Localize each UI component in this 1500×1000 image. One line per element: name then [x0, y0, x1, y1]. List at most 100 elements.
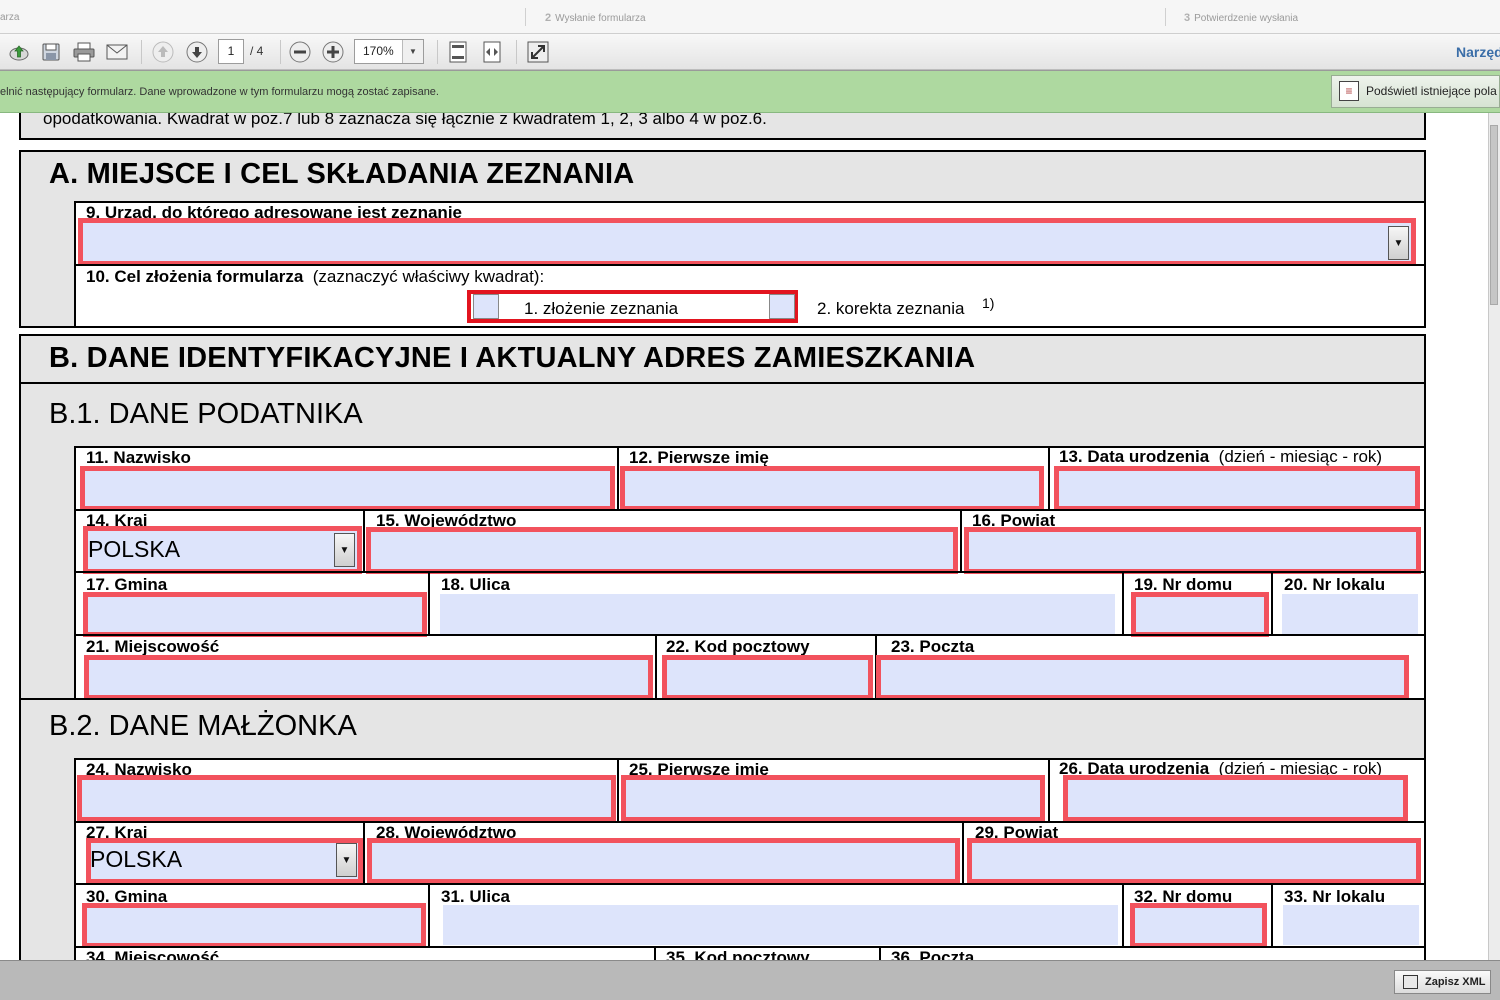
- divider: [960, 509, 962, 573]
- step-1[interactable]: arza: [0, 0, 19, 34]
- spouse-house-number-input[interactable]: [1130, 903, 1267, 948]
- spouse-apartment-number-input[interactable]: [1283, 905, 1419, 945]
- fit-page-icon[interactable]: [445, 40, 471, 64]
- form-notice-text: elnić następujący formularz. Dane wprowa…: [0, 86, 439, 98]
- divider: [1271, 883, 1273, 947]
- tax-office-select[interactable]: [78, 218, 1416, 266]
- bottom-bar: [0, 960, 1500, 1000]
- field-23-label: 23. Poczta: [891, 637, 975, 656]
- field-11-label: 11. Nazwisko: [86, 448, 191, 467]
- birth-date-input[interactable]: [1054, 466, 1420, 511]
- zoom-out-icon[interactable]: [287, 40, 313, 64]
- spouse-country-chevron-down-icon[interactable]: ▼: [336, 843, 357, 877]
- tools-menu[interactable]: Narzęd: [1456, 34, 1500, 70]
- divider: [1048, 758, 1050, 822]
- divider: [74, 634, 1426, 636]
- field-31-label: 31. Ulica: [441, 887, 510, 906]
- county-input[interactable]: [964, 527, 1421, 574]
- field-22-label: 22. Kod pocztowy: [666, 637, 810, 656]
- upload-icon[interactable]: [6, 40, 32, 64]
- divider: [428, 571, 430, 635]
- post-office-input[interactable]: [876, 655, 1409, 700]
- field-10-title: 10. Cel złożenia formularza: [86, 267, 304, 286]
- field-13-hint: (dzień - miesiąc - rok): [1218, 447, 1383, 466]
- prev-page-icon[interactable]: [150, 40, 176, 64]
- spouse-street-input[interactable]: [443, 905, 1118, 945]
- divider: [428, 883, 430, 947]
- field-33-label: 33. Nr lokalu: [1284, 887, 1386, 906]
- divider: [363, 821, 365, 885]
- section-b2-title: B.2. DANE MAŁŻONKA: [49, 710, 357, 742]
- divider: [1048, 446, 1050, 510]
- voivodeship-input[interactable]: [366, 527, 958, 574]
- toolbar-separator: [437, 40, 438, 64]
- divider: [74, 821, 1426, 823]
- highlight-fields-icon: ≡: [1339, 81, 1359, 101]
- zoom-in-icon[interactable]: [320, 40, 346, 64]
- step-3-number: 3: [1184, 12, 1191, 24]
- print-icon[interactable]: [71, 40, 97, 64]
- divider: [1122, 883, 1124, 947]
- wizard-steps-bar: arza 2 Wysłanie formularza 3 Potwierdzenie…: [0, 0, 1500, 34]
- street-input[interactable]: [440, 594, 1115, 634]
- country-chevron-down-icon[interactable]: ▼: [334, 533, 355, 567]
- divider: [74, 509, 1426, 511]
- fit-width-icon[interactable]: [479, 40, 505, 64]
- toolbar-separator: [516, 40, 517, 64]
- fullscreen-icon[interactable]: [525, 40, 551, 64]
- step-3-label: Potwierdzenie wysłania: [1194, 13, 1299, 24]
- option-2-footnote: 1): [982, 295, 995, 311]
- page-total: / 4: [250, 44, 264, 58]
- zoom-dropdown-chevron-icon[interactable]: ▼: [402, 40, 423, 63]
- divider: [363, 509, 365, 573]
- field-34-label: 34. Miejscowość: [86, 948, 220, 960]
- page-number-input[interactable]: 1: [218, 39, 244, 64]
- spouse-county-input[interactable]: [967, 838, 1421, 884]
- divider: [74, 571, 1426, 573]
- option-1-checkbox[interactable]: [473, 294, 499, 319]
- spouse-surname-input[interactable]: [77, 775, 616, 822]
- field-35-label: 35. Kod pocztowy: [666, 948, 810, 960]
- spouse-voivodeship-input[interactable]: [367, 838, 960, 884]
- step-2[interactable]: 2 Wysłanie formularza: [545, 0, 646, 34]
- save-xml-icon: [1403, 975, 1418, 989]
- postal-code-input[interactable]: [662, 655, 873, 700]
- apartment-number-input[interactable]: [1282, 594, 1418, 634]
- step-2-label: Wysłanie formularza: [555, 13, 646, 24]
- field-13-label: 13. Data urodzenia (dzień - miesiąc - ro…: [1059, 447, 1382, 467]
- surname-input[interactable]: [80, 466, 615, 511]
- instructions-text: opodatkowania. Kwadrat w poz.7 lub 8 zaz…: [43, 113, 767, 128]
- vertical-scrollbar-thumb[interactable]: [1490, 125, 1498, 305]
- tax-office-chevron-down-icon[interactable]: ▼: [1388, 226, 1409, 260]
- field-18-label: 18. Ulica: [441, 575, 510, 594]
- divider: [654, 946, 656, 960]
- step-divider: [1158, 8, 1166, 26]
- option-2-checkbox[interactable]: [769, 294, 795, 319]
- option-2-label: 2. korekta zeznania: [817, 299, 965, 318]
- divider: [1271, 571, 1273, 635]
- toolbar-separator: [280, 40, 281, 64]
- city-input[interactable]: [84, 655, 653, 700]
- next-page-icon[interactable]: [184, 40, 210, 64]
- save-icon[interactable]: [38, 40, 64, 64]
- first-name-input[interactable]: [620, 466, 1044, 511]
- spouse-first-name-input[interactable]: [621, 775, 1045, 822]
- spouse-municipality-input[interactable]: [82, 903, 426, 948]
- divider: [74, 883, 1426, 885]
- spouse-birth-date-input[interactable]: [1063, 775, 1408, 822]
- divider: [879, 946, 881, 960]
- field-36-label: 36. Poczta: [891, 948, 975, 960]
- field-20-label: 20. Nr lokalu: [1284, 575, 1386, 594]
- field-12-label: 12. Pierwsze imię: [629, 448, 769, 467]
- step-3[interactable]: 3 Potwierdzenie wysłania: [1184, 0, 1298, 34]
- divider: [655, 634, 657, 700]
- step-1-label: arza: [0, 12, 20, 23]
- field-13-title: 13. Data urodzenia: [1059, 447, 1210, 466]
- house-number-input[interactable]: [1131, 592, 1269, 637]
- step-2-number: 2: [545, 12, 552, 24]
- option-1-label: 1. złożenie zeznania: [524, 299, 679, 318]
- section-b1-title: B.1. DANE PODATNIKA: [49, 398, 363, 430]
- divider: [1122, 571, 1124, 635]
- municipality-input[interactable]: [83, 592, 427, 637]
- email-icon[interactable]: [104, 40, 130, 64]
